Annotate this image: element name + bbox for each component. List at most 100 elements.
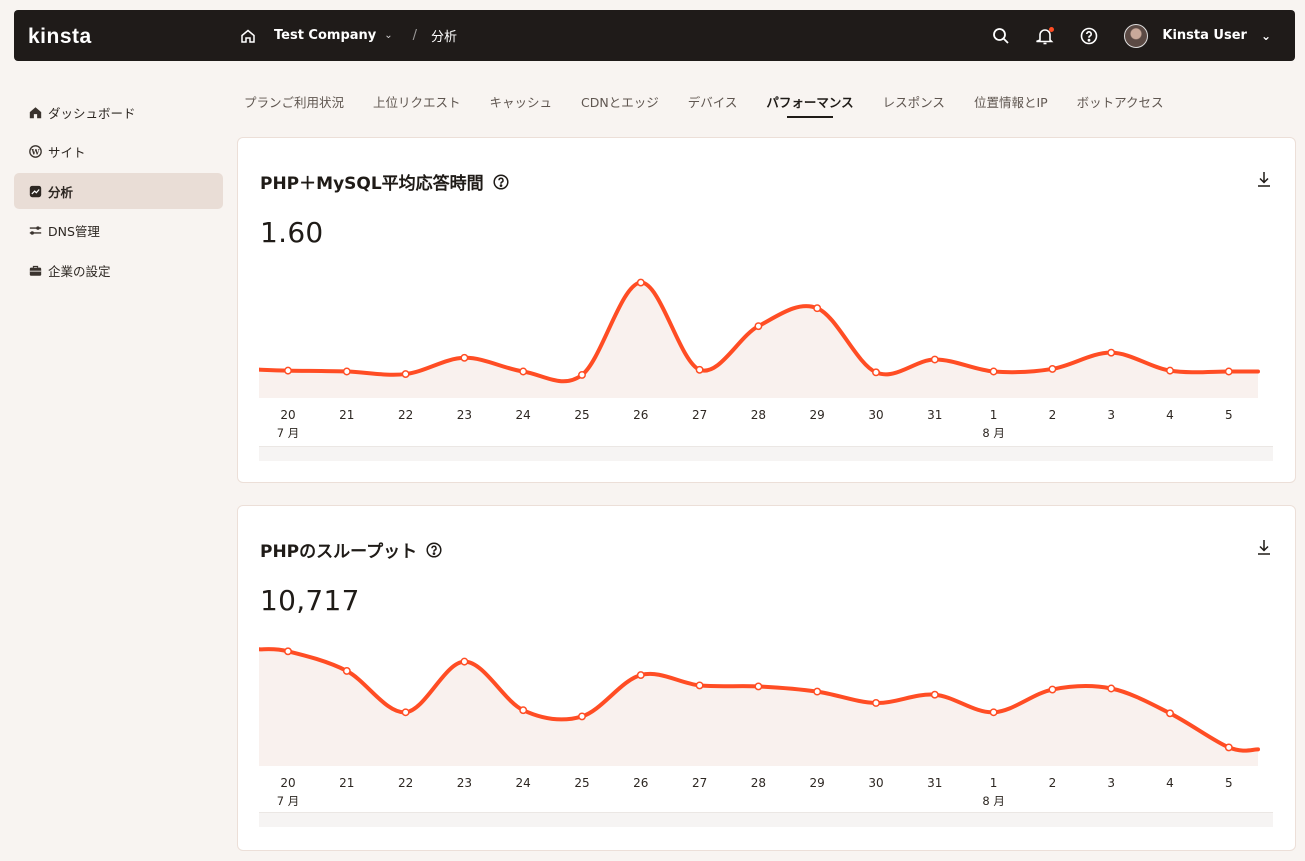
x-tick-label: 30	[868, 408, 883, 422]
help-icon[interactable]	[493, 173, 509, 190]
chevron-down-icon[interactable]: ⌄	[384, 30, 392, 41]
card-title-text: PHPのスループット	[260, 542, 418, 562]
analytics-icon	[28, 184, 42, 198]
data-point	[401, 370, 410, 379]
x-tick-label: 5	[1225, 776, 1233, 790]
x-tick-label: 28	[751, 408, 766, 422]
data-point	[284, 647, 292, 656]
x-tick-label: 25	[574, 776, 589, 790]
x-tick-label: 24	[516, 776, 531, 790]
download-icon[interactable]	[1257, 539, 1271, 555]
x-tick-label: 26	[633, 776, 648, 790]
php-throughput-card: PHPのスループット 10,717 20 21 22 23 24 25 26 27 28 29 30…	[237, 505, 1296, 851]
tab-cdn-edge[interactable]: CDNとエッジ	[581, 92, 659, 118]
card-title: PHP＋MySQL平均応答時間	[260, 169, 509, 194]
tab-bot-access[interactable]: ボットアクセス	[1077, 92, 1164, 118]
x-tick-label: 23	[457, 776, 472, 790]
download-icon[interactable]	[1257, 171, 1271, 187]
chart-scrollbar[interactable]	[259, 446, 1273, 461]
metric-value: 1.60	[260, 216, 324, 249]
data-point	[872, 699, 880, 707]
data-point	[578, 370, 586, 379]
tab-devices[interactable]: デバイス	[688, 92, 738, 118]
x-tick-label: 21	[339, 776, 354, 790]
top-bar: kinsta Test Company ⌄ / 分析 Kinsta User ⌄	[14, 10, 1295, 61]
home-icon	[28, 105, 42, 119]
response-time-chart: 20 21 22 23 24 25 26 27 28 29 30 31 1 2 3 4 57 月8 月	[259, 278, 1260, 440]
company-selector[interactable]: Test Company	[274, 28, 376, 43]
metric-value: 10,717	[260, 584, 360, 617]
tab-response[interactable]: レスポンス	[883, 92, 945, 118]
data-point	[989, 708, 998, 717]
data-point	[872, 368, 880, 377]
x-tick-label: 31	[927, 408, 942, 422]
sidebar-item-dashboard[interactable]: ダッシュボード	[14, 94, 223, 130]
data-point	[1224, 367, 1233, 376]
breadcrumb-separator: /	[412, 28, 418, 43]
kinsta-logo[interactable]: kinsta	[28, 25, 92, 49]
user-menu[interactable]: Kinsta User ⌄	[1124, 23, 1271, 48]
sidebar-item-dns[interactable]: DNS管理	[14, 213, 223, 249]
sidebar-item-company-settings[interactable]: 企業の設定	[14, 252, 223, 288]
user-name: Kinsta User	[1162, 28, 1247, 43]
analytics-tabs: プランご利用状況 上位リクエスト キャッシュ CDNとエッジ デバイス パフォー…	[244, 92, 1193, 118]
data-point	[284, 366, 292, 375]
chart-scrollbar[interactable]	[259, 812, 1273, 827]
x-tick-label: 1	[990, 408, 998, 422]
data-point	[930, 690, 939, 699]
throughput-chart: 20 21 22 23 24 25 26 27 28 29 30 31 1 2 3 4 57 月8 月	[259, 647, 1260, 808]
month-label: 7 月	[277, 794, 299, 808]
data-point	[1048, 685, 1057, 694]
help-icon[interactable]	[1080, 27, 1098, 45]
sidebar-item-analytics[interactable]: 分析	[14, 173, 223, 209]
x-tick-label: 2	[1049, 408, 1057, 422]
breadcrumb: Test Company ⌄ / 分析	[240, 10, 457, 61]
dns-icon	[28, 224, 42, 238]
chevron-down-icon: ⌄	[1260, 28, 1271, 43]
chart-area	[259, 282, 1258, 398]
sidebar-item-label: サイト	[48, 145, 86, 160]
data-point	[460, 657, 469, 666]
x-tick-label: 5	[1225, 408, 1233, 422]
help-icon[interactable]	[426, 541, 442, 558]
data-point	[1224, 743, 1233, 752]
x-tick-label: 27	[692, 408, 707, 422]
data-point	[695, 681, 704, 690]
x-tick-label: 24	[516, 408, 531, 422]
month-label: 8 月	[982, 794, 1004, 808]
data-point	[342, 666, 351, 675]
avatar	[1124, 23, 1149, 48]
data-point	[813, 304, 822, 313]
data-point	[1107, 348, 1116, 357]
x-tick-label: 25	[574, 408, 589, 422]
sidebar: ダッシュボード W サイト 分析 DNS管理 企業の設定	[14, 94, 223, 292]
php-mysql-response-card: PHP＋MySQL平均応答時間 1.60 20 21 22 23 24 25 26 27 28 2…	[237, 137, 1296, 483]
tab-cache[interactable]: キャッシュ	[490, 92, 553, 118]
x-tick-label: 26	[633, 408, 648, 422]
tab-geo-ip[interactable]: 位置情報とIP	[974, 92, 1048, 118]
data-point	[695, 365, 704, 374]
data-point	[1107, 684, 1116, 693]
tab-top-requests[interactable]: 上位リクエスト	[373, 92, 461, 118]
tab-plan-usage[interactable]: プランご利用状況	[244, 92, 344, 118]
x-tick-label: 27	[692, 776, 707, 790]
x-tick-label: 31	[927, 776, 942, 790]
notification-button[interactable]	[1036, 26, 1055, 45]
sidebar-item-label: 企業の設定	[48, 263, 111, 279]
sidebar-item-label: DNS管理	[48, 224, 100, 239]
home-icon[interactable]	[240, 28, 256, 44]
wordpress-icon: W	[28, 145, 42, 159]
briefcase-icon	[28, 263, 42, 277]
svg-text:W: W	[30, 147, 40, 156]
x-tick-label: 20	[280, 408, 295, 422]
month-label: 7 月	[277, 426, 299, 440]
card-title: PHPのスループット	[260, 537, 442, 562]
x-tick-label: 29	[810, 408, 825, 422]
tab-performance[interactable]: パフォーマンス	[766, 92, 854, 118]
data-point	[401, 708, 410, 717]
data-point	[754, 682, 763, 691]
x-tick-label: 22	[398, 776, 413, 790]
search-icon[interactable]	[992, 27, 1010, 45]
sidebar-item-sites[interactable]: W サイト	[14, 134, 223, 170]
data-point	[989, 367, 998, 376]
